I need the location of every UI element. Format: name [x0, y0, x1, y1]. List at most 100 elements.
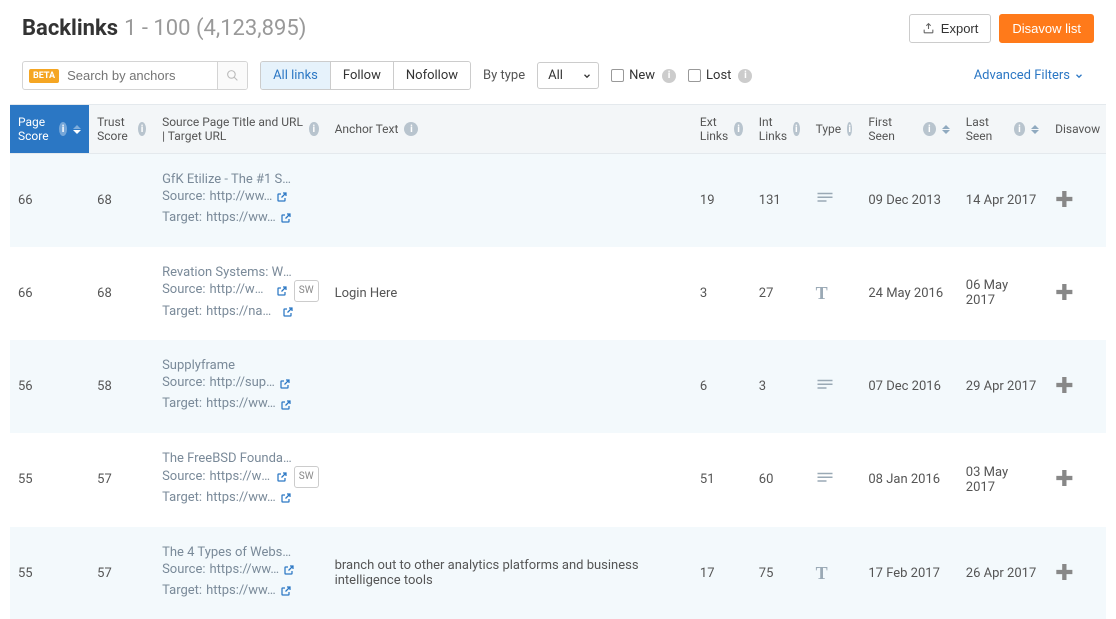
cell-first-seen: 07 Dec 2016	[860, 340, 957, 433]
info-icon[interactable]: i	[734, 122, 742, 136]
source-url[interactable]: http://ww…	[210, 280, 272, 301]
segment-nofollow[interactable]: Nofollow	[394, 62, 470, 89]
target-label: Target:	[162, 302, 202, 323]
external-link-icon[interactable]	[276, 471, 288, 483]
cell-source: The FreeBSD Foundat… Source: https://ww……	[154, 433, 327, 527]
col-first-seen[interactable]: First Seeni	[860, 105, 957, 154]
col-label: Disavow	[1055, 122, 1100, 136]
external-link-icon[interactable]	[280, 212, 292, 224]
target-label: Target:	[162, 208, 202, 229]
lost-checkbox[interactable]	[688, 69, 701, 82]
info-icon[interactable]: i	[923, 122, 936, 136]
search-icon	[226, 69, 239, 82]
external-link-icon[interactable]	[276, 285, 288, 297]
bytype-label: By type	[483, 68, 525, 83]
link-filter-segments: All links Follow Nofollow	[260, 61, 471, 90]
sort-icon	[942, 125, 950, 134]
disavow-add-button[interactable]: ✚	[1055, 188, 1073, 213]
info-icon[interactable]: i	[847, 122, 852, 136]
source-url[interactable]: https://ww…	[210, 467, 272, 488]
disavow-list-label: Disavow list	[1012, 21, 1081, 36]
source-url[interactable]: https://ww…	[210, 560, 280, 581]
bytype-value: All	[548, 68, 563, 83]
source-label: Source:	[162, 373, 205, 394]
source-label: Source:	[162, 467, 205, 488]
table-row: 66 68 GfK Etilize - The #1 Su… Source: h…	[10, 154, 1106, 247]
disavow-list-button[interactable]: Disavow list	[999, 14, 1094, 43]
disavow-add-button[interactable]: ✚	[1055, 467, 1073, 492]
info-icon[interactable]: i	[662, 69, 676, 83]
target-url[interactable]: https://ww…	[206, 208, 276, 229]
cell-last-seen: 14 Apr 2017	[958, 154, 1047, 247]
info-icon[interactable]: i	[738, 69, 752, 83]
new-checkbox[interactable]	[611, 69, 624, 82]
col-label: Page Score	[18, 115, 53, 143]
source-title: Revation Systems: We…	[162, 265, 292, 280]
info-icon[interactable]: i	[59, 122, 67, 136]
cell-trust-score: 68	[89, 247, 154, 341]
segment-all-links[interactable]: All links	[261, 62, 331, 89]
export-button[interactable]: Export	[909, 14, 992, 43]
target-url[interactable]: https://ww…	[206, 394, 276, 415]
search-input[interactable]	[59, 62, 217, 89]
table-row: 56 58 Supplyframe Source: http://sup… Ta…	[10, 340, 1106, 433]
info-icon[interactable]: i	[309, 122, 319, 136]
col-source[interactable]: Source Page Title and URL | Target URLi	[154, 105, 327, 154]
cell-int-links: 75	[751, 527, 808, 619]
external-link-icon[interactable]	[280, 585, 292, 597]
col-label: Anchor Text	[335, 122, 399, 136]
info-icon[interactable]: i	[793, 122, 800, 136]
disavow-add-button[interactable]: ✚	[1055, 561, 1073, 586]
sort-icon	[73, 125, 81, 134]
external-link-icon[interactable]	[280, 492, 292, 504]
cell-ext-links: 3	[692, 247, 751, 341]
col-last-seen[interactable]: Last Seeni	[958, 105, 1047, 154]
col-ext-links[interactable]: Ext Linksi	[692, 105, 751, 154]
target-url[interactable]: https://ww…	[206, 488, 276, 509]
external-link-icon[interactable]	[276, 191, 288, 203]
new-checkbox-wrap: New i	[611, 68, 676, 83]
cell-trust-score: 68	[89, 154, 154, 247]
page-subtitle: 1 - 100 (4,123,895)	[124, 16, 306, 41]
source-url[interactable]: http://sup…	[210, 373, 275, 394]
cell-type: T	[808, 527, 861, 619]
target-label: Target:	[162, 488, 202, 509]
search-button[interactable]	[217, 62, 247, 89]
disavow-add-button[interactable]: ✚	[1055, 374, 1073, 399]
external-link-icon[interactable]	[283, 564, 295, 576]
cell-disavow: ✚	[1047, 527, 1106, 619]
source-url[interactable]: http://ww…	[210, 187, 273, 208]
cell-trust-score: 58	[89, 340, 154, 433]
col-trust-score[interactable]: Trust Scorei	[89, 105, 154, 154]
col-int-links[interactable]: Int Linksi	[751, 105, 808, 154]
cell-first-seen: 09 Dec 2013	[860, 154, 957, 247]
target-url[interactable]: https://ww…	[206, 581, 276, 602]
cell-ext-links: 17	[692, 527, 751, 619]
cell-type: T	[808, 247, 861, 341]
cell-first-seen: 24 May 2016	[860, 247, 957, 341]
info-icon[interactable]: i	[1014, 122, 1025, 136]
target-url[interactable]: https://na8…	[206, 302, 278, 323]
new-label: New	[629, 68, 655, 83]
text-lines-icon	[816, 471, 834, 485]
col-type[interactable]: Typei	[808, 105, 861, 154]
info-icon[interactable]: i	[138, 122, 146, 136]
external-link-icon[interactable]	[282, 306, 294, 318]
cell-anchor	[327, 433, 692, 527]
cell-trust-score: 57	[89, 527, 154, 619]
col-anchor[interactable]: Anchor Text i	[327, 105, 692, 154]
col-page-score[interactable]: Page Score i	[10, 105, 89, 154]
export-icon	[922, 22, 935, 35]
advanced-filters-label: Advanced Filters	[974, 68, 1070, 83]
disavow-add-button[interactable]: ✚	[1055, 281, 1073, 306]
info-icon[interactable]: i	[404, 122, 418, 136]
cell-page-score: 55	[10, 527, 89, 619]
external-link-icon[interactable]	[279, 378, 291, 390]
segment-follow[interactable]: Follow	[331, 62, 394, 89]
page-title: Backlinks	[22, 16, 118, 41]
cell-page-score: 66	[10, 154, 89, 247]
advanced-filters-link[interactable]: Advanced Filters	[974, 68, 1084, 83]
bytype-select[interactable]: All	[537, 62, 599, 89]
external-link-icon[interactable]	[280, 399, 292, 411]
lost-checkbox-wrap: Lost i	[688, 68, 752, 83]
